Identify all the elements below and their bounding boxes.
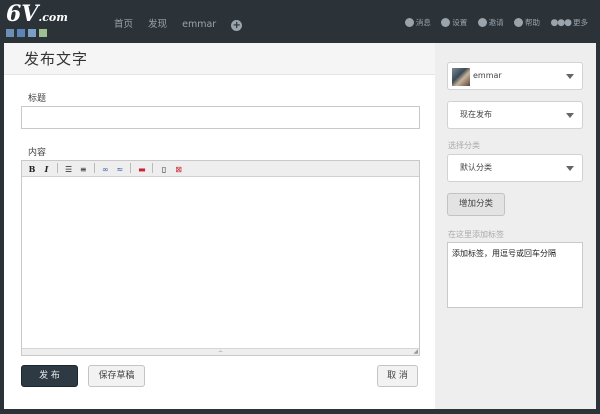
toolbar-divider [57,163,59,173]
page-title: 发布文字 [4,43,435,75]
save-draft-button[interactable]: 保存草稿 [88,365,145,387]
main-nav: 首页 发现 emmar + [114,16,254,31]
toolbar-divider [152,163,154,173]
content-textarea[interactable] [22,178,419,349]
title-label: 标题 [28,94,47,104]
logo-squares [6,29,50,40]
link-icon[interactable]: ∞ [99,162,111,178]
mail-icon [404,18,414,27]
gear-icon [441,18,451,27]
toolbar-divider [130,163,132,173]
user-icon [477,18,487,27]
publish-time-select[interactable]: 现在发布 [447,101,583,129]
logo-square [17,29,25,37]
plus-icon[interactable]: + [231,20,243,31]
category-select[interactable]: 默认分类 [447,154,583,182]
nav-discover[interactable]: 发现 [148,19,167,30]
numbered-list-icon[interactable]: ≡ [77,162,89,178]
logo-suffix: .com [38,11,68,24]
nav-user[interactable]: emmar [182,19,216,30]
more-icon: ●●● [550,18,572,28]
bold-button[interactable]: B [26,161,38,177]
fullscreen-icon[interactable]: ⊠ [173,162,185,178]
nav-help[interactable]: 帮助 [514,18,540,27]
site-logo[interactable]: 6V.com [4,1,68,40]
publish-button[interactable]: 发 布 [21,365,78,387]
add-category-button[interactable]: 增加分类 [447,193,505,216]
unlink-icon[interactable]: ≈ [114,162,126,178]
source-icon[interactable]: ▯ [158,162,170,178]
chevron-down-icon [566,74,574,79]
logo-square [6,29,14,37]
image-icon[interactable]: ▬ [136,162,148,178]
category-label: 选择分类 [448,141,480,150]
content-label: 内容 [28,148,47,158]
chevron-down-icon [566,166,574,171]
editor-resize-handle[interactable]: ∸ [22,348,419,355]
logo-main: 6V [6,1,39,27]
help-icon [514,18,524,27]
author-select[interactable]: emmar [447,62,583,90]
title-input[interactable] [21,106,420,129]
tags-label: 在这里添加标签 [448,230,504,239]
editor-toolbar: B I ☰ ≡ ∞ ≈ ▬ ▯ ⊠ [22,161,419,177]
user-nav: 消息 设置 邀请 帮助 ●●● 更多 [397,17,588,28]
nav-more[interactable]: ●●● 更多 [550,18,588,28]
nav-messages[interactable]: 消息 [404,18,431,27]
publish-sidebar: emmar 现在发布 选择分类 默认分类 增加分类 在这里添加标签 添加标签，用… [435,43,596,409]
bullet-list-icon[interactable]: ☰ [63,162,75,178]
chevron-down-icon [566,113,574,118]
top-navbar: 6V.com 首页 发现 emmar + 消息 设置 邀请 帮助 ●●● 更多 [0,0,600,42]
nav-settings[interactable]: 设置 [441,18,467,27]
rich-text-editor: B I ☰ ≡ ∞ ≈ ▬ ▯ ⊠ ∸ ◢ [21,160,420,356]
avatar [452,68,470,86]
nav-home[interactable]: 首页 [114,19,133,30]
logo-square [28,29,36,37]
cancel-button[interactable]: 取 消 [377,365,418,387]
tags-input[interactable]: 添加标签，用逗号或回车分隔 [447,242,583,308]
italic-button[interactable]: I [41,161,53,177]
post-form: 发布文字 标题 内容 B I ☰ ≡ ∞ ≈ ▬ ▯ ⊠ ∸ ◢ 发 布 保存草… [4,43,435,409]
logo-square [39,29,47,37]
toolbar-divider [93,163,95,173]
resize-corner-icon[interactable]: ◢ [413,349,418,355]
nav-invite[interactable]: 邀请 [477,18,504,27]
